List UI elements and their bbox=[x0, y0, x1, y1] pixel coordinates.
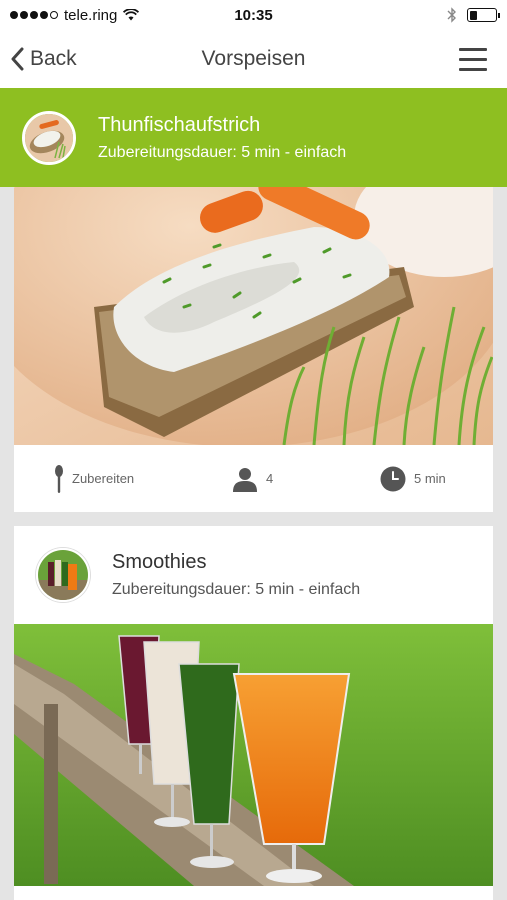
clock-icon bbox=[380, 466, 406, 491]
recipe-thumbnail bbox=[36, 548, 90, 602]
recipe-meta: Zubereiten 4 5 min bbox=[14, 445, 493, 512]
carrier-name: tele.ring bbox=[64, 6, 118, 24]
recipe-subtitle: Zubereitungsdauer: 5 min - einfach bbox=[112, 581, 361, 598]
hamburger-menu-icon[interactable] bbox=[459, 48, 487, 78]
status-bar: tele.ring 10:35 bbox=[0, 0, 507, 30]
battery-level bbox=[469, 10, 477, 20]
recipe-title: Smoothies bbox=[112, 551, 207, 573]
prep-action[interactable]: Zubereiten bbox=[54, 464, 135, 493]
battery-icon bbox=[467, 8, 500, 22]
recipe-photo bbox=[14, 624, 493, 886]
servings-count: 4 bbox=[266, 471, 274, 486]
time-info: 5 min bbox=[380, 466, 446, 492]
recipe-title: Thunfischaufstrich bbox=[98, 113, 261, 136]
chevron-left-icon bbox=[11, 47, 24, 71]
prep-label: Zubereiten bbox=[72, 471, 135, 486]
signal-strength-icon bbox=[10, 11, 58, 19]
recipe-photo bbox=[14, 187, 493, 445]
servings-info: 4 bbox=[232, 466, 273, 492]
recipe-header[interactable]: Smoothies Zubereitungsdauer: 5 min - ein… bbox=[14, 526, 493, 624]
bluetooth-icon bbox=[447, 7, 456, 23]
spoon-icon bbox=[55, 464, 63, 493]
recipe-card[interactable]: Zubereiten 4 5 min bbox=[14, 187, 493, 512]
wifi-icon bbox=[123, 9, 140, 21]
person-icon bbox=[233, 467, 257, 492]
recipe-thumbnail bbox=[22, 110, 76, 165]
navigation-bar: Back Vorspeisen bbox=[0, 30, 507, 88]
back-label: Back bbox=[30, 47, 77, 70]
recipe-subtitle: Zubereitungsdauer: 5 min - einfach bbox=[98, 143, 347, 161]
time-value: 5 min bbox=[414, 471, 446, 486]
recipe-header[interactable]: Thunfischaufstrich Zubereitungsdauer: 5 … bbox=[0, 88, 507, 187]
recipe-card[interactable]: Smoothies Zubereitungsdauer: 5 min - ein… bbox=[14, 526, 493, 900]
back-button[interactable]: Back bbox=[10, 47, 77, 71]
